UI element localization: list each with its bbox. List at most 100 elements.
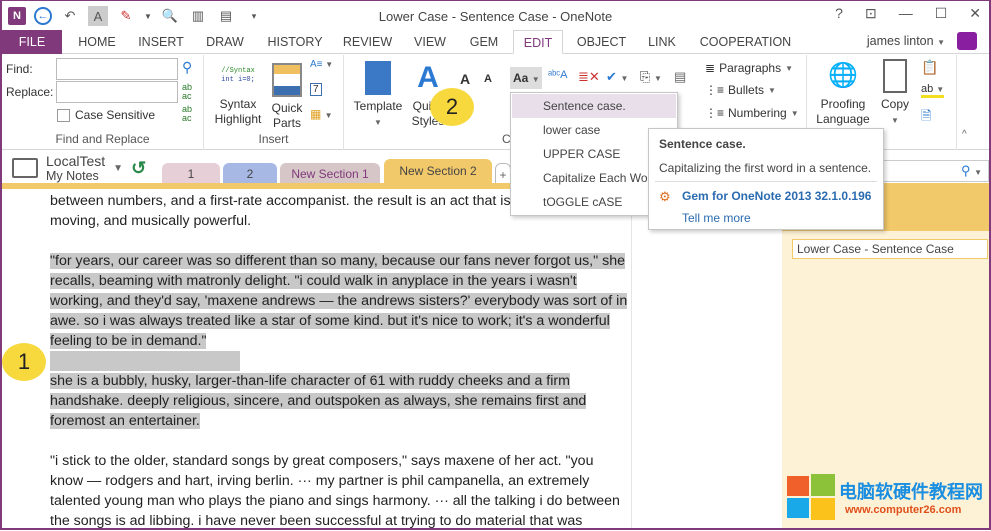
replace-all-icon[interactable]: abac — [182, 105, 192, 123]
tab-insert[interactable]: INSERT — [136, 30, 186, 54]
collapse-ribbon-icon[interactable]: ^ — [962, 129, 967, 140]
search-icon[interactable]: ⚲ — [182, 59, 192, 76]
ribbon-display-icon[interactable]: ⊡ — [865, 5, 877, 22]
search-icon[interactable]: ⚲ ▼ — [961, 163, 982, 179]
spelling-icon[interactable]: ✔ ▼ — [606, 69, 628, 85]
add-section-button[interactable]: + — [495, 163, 511, 185]
windows-logo-pane — [811, 474, 835, 496]
group-insert: //Syntaxint i=0; SyntaxHighlight QuickPa… — [204, 55, 344, 150]
section-tab-1[interactable]: 1 — [162, 163, 220, 185]
group-find-replace: Find: Replace: ⚲ abac abac Case Sensitiv… — [2, 55, 204, 150]
paragraph-3[interactable]: "i stick to the older, standard songs by… — [50, 451, 620, 531]
copy-button[interactable]: Copy▼ — [877, 59, 913, 128]
tooltip-addin-name: Gem for OneNote 2013 32.1.0.196 — [682, 189, 871, 203]
notebook-picker[interactable]: LocalTest My Notes ▼ ↺ — [12, 153, 146, 183]
tab-view[interactable]: VIEW — [410, 30, 450, 54]
tab-review[interactable]: REVIEW — [340, 30, 395, 54]
tooltip-title: Sentence case. — [659, 137, 746, 151]
calendar-icon[interactable]: 7 — [310, 83, 322, 96]
find-input[interactable] — [56, 58, 178, 80]
paste-icon[interactable]: 📋 — [921, 59, 938, 76]
globe-check-icon: 🌐 — [828, 59, 858, 93]
group-label: Insert — [204, 132, 343, 146]
user-account[interactable]: james linton ▼ — [867, 34, 945, 48]
tab-draw[interactable]: DRAW — [200, 30, 250, 54]
tab-object[interactable]: OBJECT — [574, 30, 629, 54]
tooltip-description: Capitalizing the first word in a sentenc… — [659, 161, 871, 175]
chevron-down-icon: ▼ — [937, 38, 945, 47]
template-icon — [365, 61, 391, 95]
section-tab-2[interactable]: 2 — [223, 163, 277, 185]
text-effect-icon[interactable]: ᵃᵇᶜA — [548, 69, 567, 81]
section-tab-new-section-2[interactable]: New Section 2 — [384, 159, 492, 185]
shrink-font-icon[interactable]: A — [484, 73, 492, 85]
replace-input[interactable] — [56, 81, 178, 103]
tab-link[interactable]: LINK — [642, 30, 682, 54]
addin-icon: ⚙ — [659, 189, 671, 205]
paragraph-1-selected[interactable]: "for years, our career was so different … — [50, 251, 627, 371]
tab-home[interactable]: HOME — [72, 30, 122, 54]
windows-logo-pane — [787, 498, 809, 518]
sort-icon[interactable]: A≡ ▼ — [310, 59, 333, 70]
help-icon[interactable]: ? — [835, 5, 843, 22]
clear-format-icon[interactable]: ≣✕ — [578, 69, 600, 85]
close-icon[interactable]: ✕ — [969, 5, 981, 22]
page-canvas[interactable]: between numbers, and a first-rate accomp… — [32, 189, 632, 528]
paragraph-0[interactable]: between numbers, and a first-rate accomp… — [50, 191, 511, 231]
section-tab-new-section-1[interactable]: New Section 1 — [280, 163, 380, 185]
syntax-icon: //Syntaxint i=0; — [210, 63, 266, 97]
menu-item-sentence-case[interactable]: Sentence case. — [512, 94, 676, 118]
notebook-icon — [12, 158, 38, 178]
callout-2: 2 — [430, 88, 474, 126]
paragraphs-button[interactable]: ≣Paragraphs▼ — [705, 61, 793, 75]
maximize-icon[interactable]: ☐ — [935, 5, 948, 22]
highlight-icon[interactable]: ab ▼ — [921, 83, 944, 98]
quick-parts-button[interactable]: QuickParts — [268, 63, 306, 131]
sync-icon[interactable]: ↺ — [131, 158, 146, 179]
numbering-icon: ⋮≡ — [705, 106, 724, 120]
syntax-highlight-button[interactable]: //Syntaxint i=0; SyntaxHighlight — [210, 63, 266, 127]
avatar[interactable] — [957, 32, 977, 50]
tell-me-more-link[interactable]: Tell me more — [682, 211, 751, 225]
tab-edit[interactable]: EDIT — [513, 30, 563, 54]
replace-icon[interactable]: abac — [182, 83, 192, 101]
review-icon[interactable]: 🗎 — [921, 107, 931, 129]
ribbon-tabs: FILE HOME INSERT DRAW HISTORY REVIEW VIE… — [2, 30, 989, 54]
windows-logo-pane — [811, 498, 835, 520]
paragraphs-icon: ≣ — [705, 61, 715, 75]
case-sensitive-label: Case Sensitive — [75, 108, 155, 122]
paragraph-2-selected[interactable]: she is a bubbly, husky, larger-than-life… — [50, 371, 586, 431]
case-sensitive-checkbox[interactable] — [57, 109, 70, 122]
template-button[interactable]: Template▼ — [350, 61, 406, 130]
find-label: Find: — [6, 62, 33, 76]
user-name: james linton — [867, 34, 934, 48]
table-icon[interactable]: ▦ ▼ — [310, 107, 333, 121]
tooltip-divider — [655, 181, 877, 182]
copy-icon — [883, 59, 907, 93]
bullets-icon: ⋮≡ — [705, 83, 724, 97]
numbering-button[interactable]: ⋮≡Numbering▼ — [705, 106, 799, 120]
watermark: 电脑软硬件教程网 www.computer26.com — [787, 472, 987, 522]
tooltip: Sentence case. Capitalizing the first wo… — [648, 128, 884, 230]
chevron-down-icon: ▼ — [113, 163, 123, 174]
bullets-button[interactable]: ⋮≡Bullets▼ — [705, 83, 776, 97]
tab-history[interactable]: HISTORY — [264, 30, 326, 54]
section-group-name: My Notes — [46, 169, 105, 183]
notebook-name: LocalTest — [46, 153, 105, 169]
minimize-icon[interactable]: — — [899, 5, 913, 22]
page-item-selected[interactable]: Lower Case - Sentence Case — [792, 239, 988, 259]
list-view-icon[interactable]: ▤ — [674, 69, 686, 85]
grow-font-icon[interactable]: A — [460, 71, 470, 87]
title-bar: N ← ↶ A ✎ ▼ 🔍 ▥ ▤ ▾ Lower Case - Sentenc… — [2, 0, 989, 30]
quick-parts-icon — [272, 63, 302, 97]
tab-cooperation[interactable]: COOPERATION — [698, 30, 793, 54]
paste-format-icon[interactable]: ⎘ ▼ — [640, 69, 662, 85]
tab-gem[interactable]: GEM — [464, 30, 504, 54]
callout-1: 1 — [2, 343, 46, 381]
change-case-button[interactable]: Aa ▼ — [510, 67, 542, 89]
replace-label: Replace: — [6, 85, 53, 99]
tab-file[interactable]: FILE — [2, 30, 62, 54]
windows-logo-icon — [787, 476, 809, 496]
window-controls: ? ⊡ — ☐ ✕ — [835, 5, 981, 22]
watermark-title: 电脑软硬件教程网 — [839, 478, 983, 504]
